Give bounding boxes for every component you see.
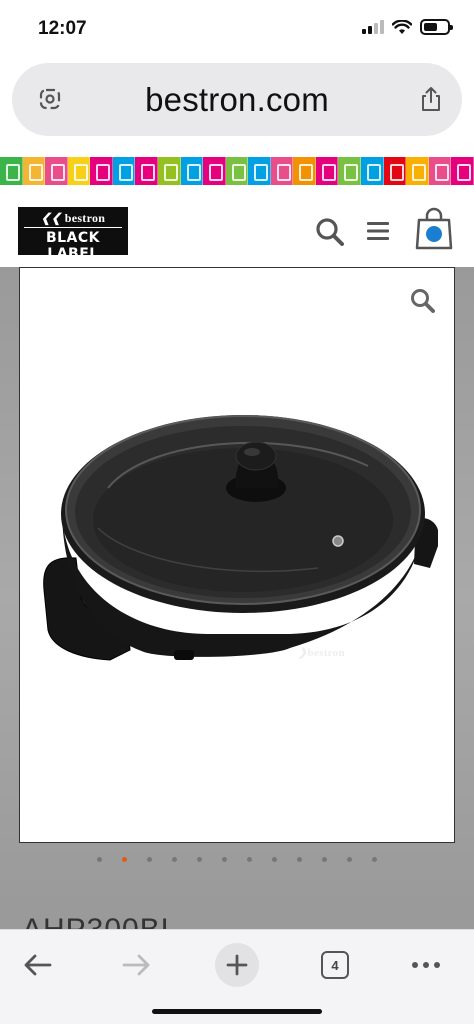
gallery-dot[interactable]: [347, 857, 352, 862]
pizza-pan-product-image: [43, 415, 438, 661]
more-button[interactable]: [406, 940, 446, 990]
zoom-icon[interactable]: [410, 288, 436, 314]
back-arrow-icon: [24, 954, 52, 976]
category-icon[interactable]: [0, 157, 23, 185]
share-icon[interactable]: [418, 85, 444, 113]
menu-icon[interactable]: [366, 220, 390, 242]
home-indicator: [152, 1009, 322, 1014]
category-icon[interactable]: [203, 157, 226, 185]
pan-brand-label: ❯bestron: [298, 647, 345, 659]
category-icon[interactable]: [361, 157, 384, 185]
search-icon[interactable]: [315, 217, 345, 247]
tabs-button[interactable]: 4: [318, 940, 352, 990]
gallery-dot[interactable]: [272, 857, 277, 862]
gallery-dot[interactable]: [197, 857, 202, 862]
logo-label: BLACK LABEL: [45, 230, 101, 262]
category-icon[interactable]: [451, 157, 474, 185]
tab-count: 4: [321, 951, 349, 979]
url-text[interactable]: bestron.com: [12, 81, 462, 119]
category-icon[interactable]: [22, 157, 46, 185]
category-icon[interactable]: [270, 157, 294, 185]
bestron-black-label-logo[interactable]: ❮❮ bestron BLACK LABEL: [18, 207, 128, 262]
category-icon[interactable]: [112, 157, 136, 185]
gallery-dot[interactable]: [372, 857, 377, 862]
category-icon[interactable]: [180, 157, 204, 185]
category-icon[interactable]: [383, 157, 407, 185]
category-icon[interactable]: [225, 157, 249, 185]
product-model-title: AHP300BL: [22, 913, 179, 930]
gallery-dot[interactable]: [297, 857, 302, 862]
plus-icon: [226, 954, 248, 976]
category-icon[interactable]: [157, 157, 181, 185]
category-icon[interactable]: [315, 157, 339, 185]
gallery-dot[interactable]: [172, 857, 177, 862]
status-time: 12:07: [38, 18, 87, 39]
category-icon[interactable]: [338, 157, 361, 185]
gallery-dot[interactable]: [147, 857, 152, 862]
more-icon: [412, 962, 440, 968]
gallery-dot[interactable]: [222, 857, 227, 862]
category-icon[interactable]: [135, 157, 158, 185]
category-icon-strip[interactable]: [0, 157, 474, 185]
category-icon[interactable]: [406, 157, 429, 185]
status-bar: 12:07: [0, 0, 474, 56]
battery-icon: [420, 19, 453, 35]
gallery-pagination[interactable]: [0, 857, 474, 862]
forward-button[interactable]: [116, 940, 156, 990]
product-image-card[interactable]: ❯bestron: [19, 267, 455, 843]
category-icon[interactable]: [248, 157, 271, 185]
new-tab-button[interactable]: [215, 943, 259, 987]
status-icons: [362, 19, 453, 35]
category-icon[interactable]: [428, 157, 452, 185]
category-icon[interactable]: [90, 157, 113, 185]
gallery-dot[interactable]: [97, 857, 102, 862]
signal-icon: [362, 20, 384, 34]
logo-brand: ❮❮ bestron: [40, 211, 106, 225]
category-icon[interactable]: [293, 157, 316, 185]
site-header: ❮❮ bestron BLACK LABEL: [0, 185, 474, 267]
forward-arrow-icon: [122, 954, 150, 976]
category-icon[interactable]: [67, 157, 91, 185]
gallery-dot[interactable]: [247, 857, 252, 862]
category-icon[interactable]: [45, 157, 68, 185]
address-bar[interactable]: bestron.com: [12, 63, 462, 136]
back-button[interactable]: [18, 940, 58, 990]
gallery-dot[interactable]: [322, 857, 327, 862]
browser-toolbar: 4: [0, 929, 474, 1024]
gallery-dot[interactable]: [122, 857, 127, 862]
wifi-icon: [392, 19, 412, 34]
shopping-bag-icon[interactable]: [415, 207, 453, 251]
